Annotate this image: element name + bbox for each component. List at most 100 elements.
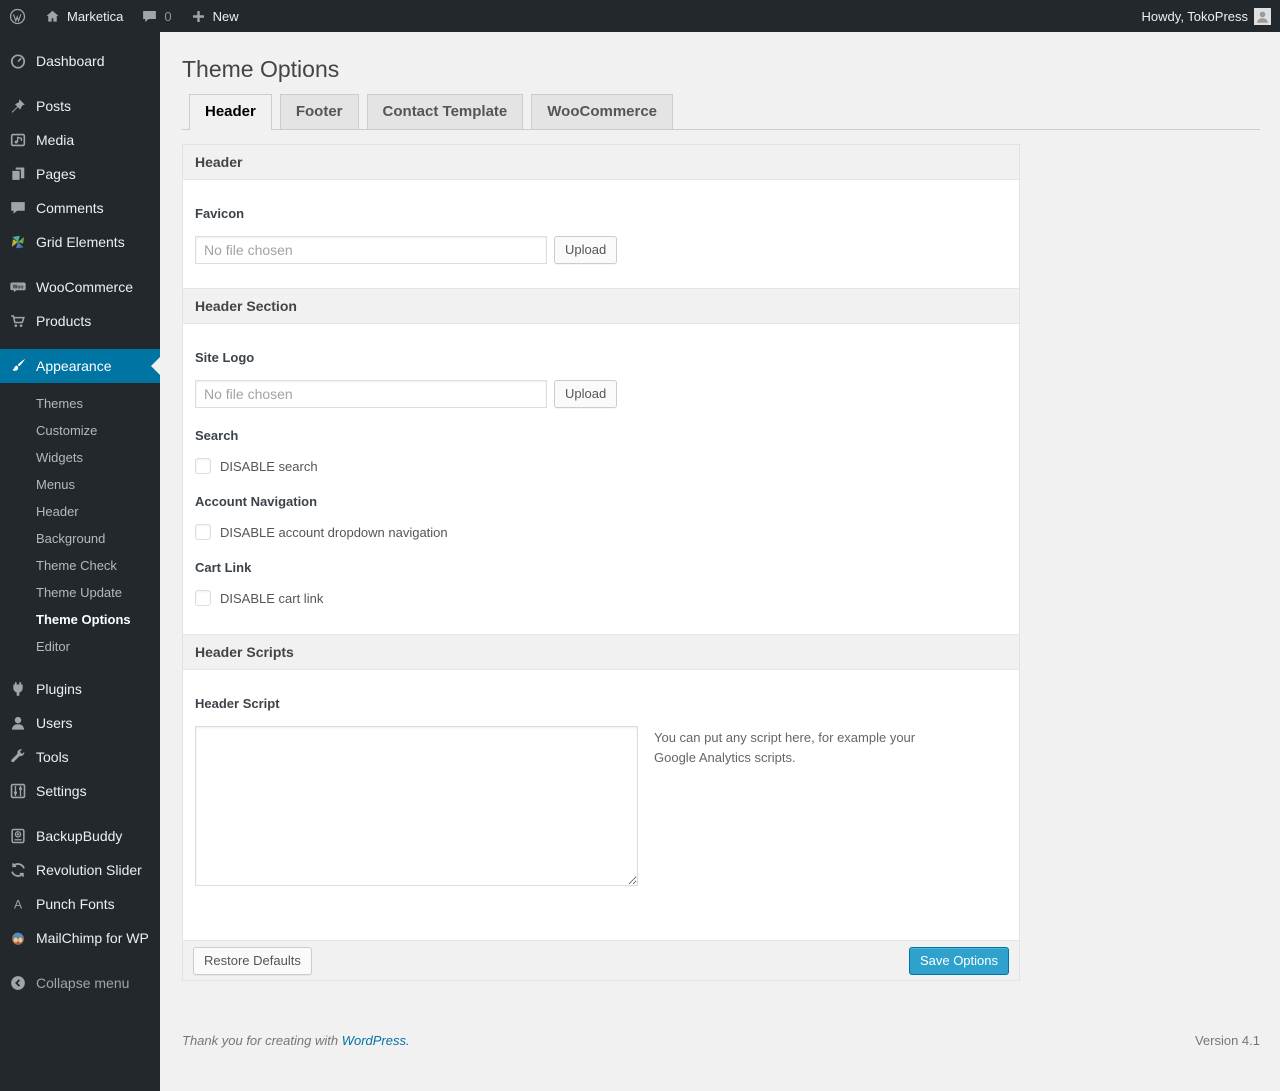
sidebar-item-label: Products: [36, 313, 92, 329]
sidebar-link-revolution-slider[interactable]: Revolution Slider: [0, 853, 160, 887]
wp-logo-menu[interactable]: [0, 0, 35, 32]
revolution-slider-icon: [0, 861, 36, 879]
wordpress-link[interactable]: WordPress.: [342, 1033, 410, 1048]
restore-defaults-button[interactable]: Restore Defaults: [193, 946, 312, 975]
sidebar-link-settings[interactable]: Settings: [0, 774, 160, 808]
sidebar-link-mailchimp-for-wp[interactable]: MailChimp for WP: [0, 921, 160, 955]
appearance-submenu: Themes Customize Widgets Menus Header Backgro…: [0, 383, 160, 672]
new-content-menu[interactable]: New: [181, 0, 248, 32]
sidebar-link-punch-fonts[interactable]: A Punch Fonts: [0, 887, 160, 921]
footer-version: Version 4.1: [1194, 1033, 1260, 1048]
submenu-item-widgets[interactable]: Widgets: [0, 444, 160, 471]
sidebar-link-grid-elements[interactable]: Grid Elements: [0, 225, 160, 259]
mailchimp-icon: [0, 929, 36, 947]
theme-options-panel: Header Favicon Upload Header Section Site Lo…: [182, 144, 1020, 981]
backupbuddy-icon: [0, 827, 36, 845]
field-site-logo: Site Logo Upload: [195, 350, 1007, 408]
account-navigation-checkbox[interactable]: [195, 524, 211, 540]
sidebar-item-revolution-slider: Revolution Slider: [0, 853, 160, 887]
sidebar-link-posts[interactable]: Posts: [0, 89, 160, 123]
sidebar-link-comments[interactable]: Comments: [0, 191, 160, 225]
sidebar-link-collapse-menu[interactable]: Collapse menu: [0, 966, 160, 1000]
tab-woocommerce[interactable]: WooCommerce: [531, 94, 674, 129]
users-icon: [0, 714, 36, 732]
sidebar-item-label: Grid Elements: [36, 234, 125, 250]
site-logo-upload-button[interactable]: Upload: [554, 380, 618, 408]
sidebar-link-tools[interactable]: Tools: [0, 740, 160, 774]
panel-section-header: Header Favicon Upload: [183, 145, 1019, 288]
submenu-item-background[interactable]: Background: [0, 525, 160, 552]
sidebar-link-backupbuddy[interactable]: BackupBuddy: [0, 819, 160, 853]
avatar: [1254, 7, 1271, 25]
sidebar-item-label: Collapse menu: [36, 975, 130, 991]
search-checkbox[interactable]: [195, 458, 211, 474]
section-header-header: Header: [183, 145, 1019, 180]
menu-separator: [0, 338, 160, 349]
sidebar-item-label: Revolution Slider: [36, 862, 142, 878]
favicon-file-input[interactable]: [195, 236, 547, 264]
my-account-menu[interactable]: Howdy, TokoPress: [1142, 0, 1271, 32]
submenu-item-header[interactable]: Header: [0, 498, 160, 525]
submenu-item-theme-check[interactable]: Theme Check: [0, 552, 160, 579]
header-script-textarea[interactable]: [195, 726, 638, 886]
panel-section-header-section: Header Section Site Logo Upload Search DISAB…: [183, 288, 1019, 634]
field-label-site-logo: Site Logo: [195, 350, 255, 365]
sidebar-item-pages: Pages: [0, 157, 160, 191]
sidebar-item-dashboard: Dashboard: [0, 44, 160, 78]
admin-bar: Marketica 0 New Howdy, TokoPress: [0, 0, 1280, 32]
submenu-item-menus[interactable]: Menus: [0, 471, 160, 498]
submenu-item-editor[interactable]: Editor: [0, 633, 160, 660]
sidebar-item-collapse-menu: Collapse menu: [0, 966, 160, 1000]
sidebar-item-label: BackupBuddy: [36, 828, 123, 844]
sidebar-item-punch-fonts: A Punch Fonts: [0, 887, 160, 921]
tab-footer[interactable]: Footer: [279, 94, 359, 129]
menu-separator: [0, 808, 160, 819]
sidebar-link-users[interactable]: Users: [0, 706, 160, 740]
submenu-item-theme-options[interactable]: Theme Options: [0, 606, 160, 633]
tab-contact-template[interactable]: Contact Template: [366, 94, 524, 129]
sidebar-item-products: Products: [0, 304, 160, 338]
sidebar-link-woocommerce[interactable]: Woo WooCommerce: [0, 270, 160, 304]
menu-separator: [0, 955, 160, 966]
favicon-upload-button[interactable]: Upload: [554, 236, 618, 264]
sidebar-item-plugins: Plugins: [0, 672, 160, 706]
field-label-search: Search: [195, 428, 239, 443]
sidebar-link-appearance[interactable]: Appearance: [0, 349, 160, 383]
howdy-label: Howdy, TokoPress: [1141, 8, 1248, 24]
sidebar-item-label: Settings: [36, 783, 87, 799]
pages-icon: [0, 165, 36, 183]
sidebar-item-label: Dashboard: [36, 53, 105, 69]
account-navigation-checkbox-row[interactable]: DISABLE account dropdown navigation: [195, 524, 1007, 540]
main-content: Theme Options Header Footer Contact Templa…: [160, 0, 1280, 1068]
search-checkbox-row[interactable]: DISABLE search: [195, 458, 1007, 474]
sidebar-menu: Dashboard Posts Media Pages Comments Grid Ele…: [0, 32, 160, 1000]
admin-sidebar: Dashboard Posts Media Pages Comments Grid Ele…: [0, 32, 160, 1091]
tab-header[interactable]: Header: [189, 94, 272, 130]
comments-menu[interactable]: 0: [132, 0, 180, 32]
cart-icon: [0, 312, 36, 330]
submenu-item-theme-update[interactable]: Theme Update: [0, 579, 160, 606]
sidebar-link-dashboard[interactable]: Dashboard: [0, 44, 160, 78]
cart-link-checkbox[interactable]: [195, 590, 211, 606]
cart-link-checkbox-row[interactable]: DISABLE cart link: [195, 590, 1007, 606]
pin-icon: [0, 97, 36, 115]
sidebar-link-products[interactable]: Products: [0, 304, 160, 338]
sidebar-link-pages[interactable]: Pages: [0, 157, 160, 191]
tab-bar: Header Footer Contact Template WooCommerce: [182, 94, 1260, 130]
save-options-button[interactable]: Save Options: [908, 946, 1009, 975]
sidebar-link-media[interactable]: Media: [0, 123, 160, 157]
plus-icon: [190, 8, 207, 25]
section-header-header-section: Header Section: [183, 288, 1019, 324]
submenu-item-themes[interactable]: Themes: [0, 390, 160, 417]
sidebar-item-label: Plugins: [36, 681, 82, 697]
sidebar-link-plugins[interactable]: Plugins: [0, 672, 160, 706]
site-logo-file-input[interactable]: [195, 380, 547, 408]
field-cart-link: Cart Link DISABLE cart link: [195, 560, 1007, 606]
site-name-menu[interactable]: Marketica: [35, 0, 132, 32]
sidebar-item-label: Pages: [36, 166, 76, 182]
sidebar-item-comments: Comments: [0, 191, 160, 225]
sidebar-item-label: Media: [36, 132, 75, 148]
submenu-item-customize[interactable]: Customize: [0, 417, 160, 444]
grid-elements-icon: [0, 233, 36, 251]
sidebar-item-media: Media: [0, 123, 160, 157]
